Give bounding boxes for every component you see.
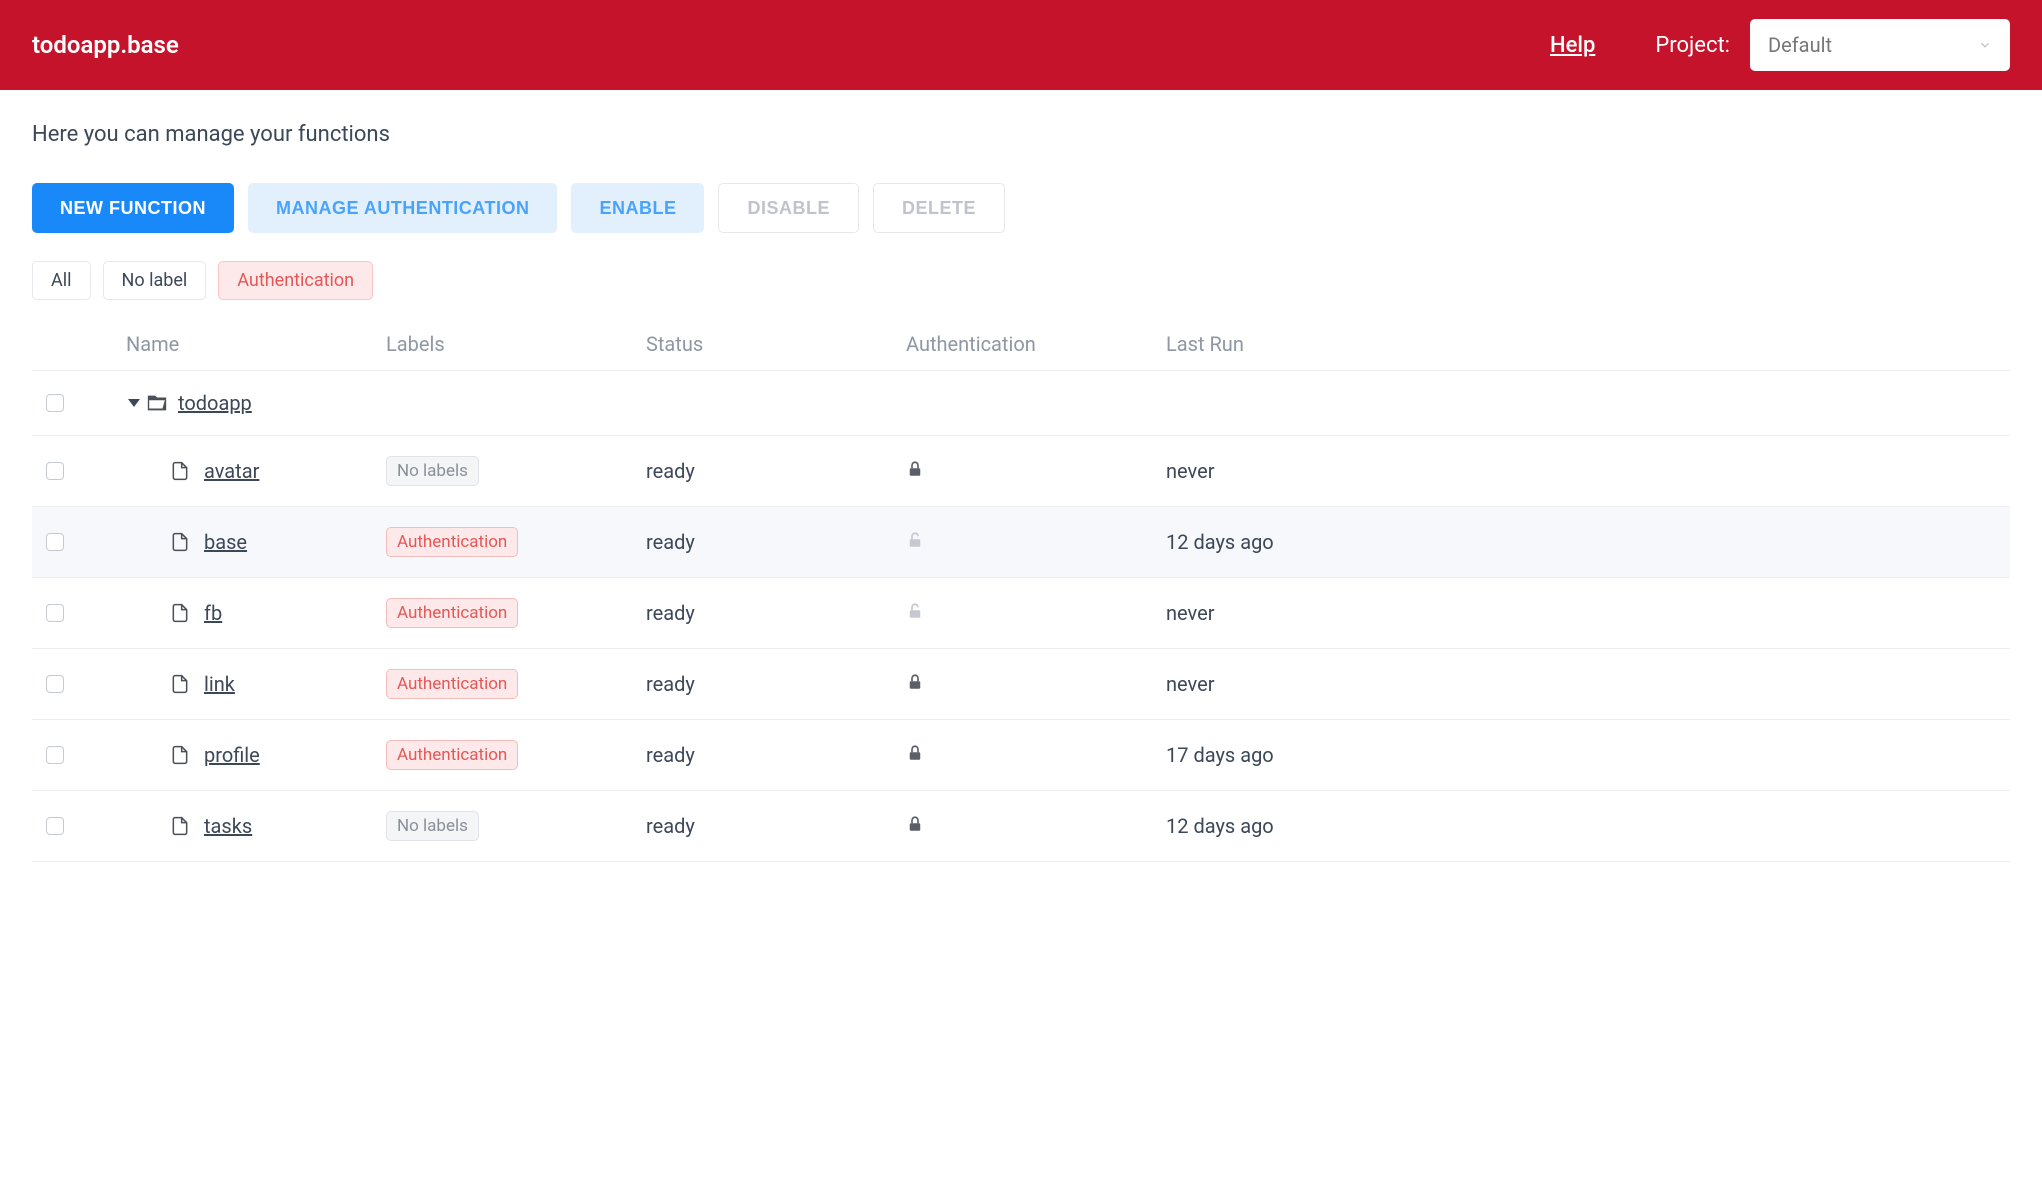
file-icon: [170, 602, 190, 624]
help-link[interactable]: Help: [1550, 33, 1595, 58]
column-authentication: Authentication: [906, 332, 1166, 356]
header-bar: todoapp.base Help Project: Default: [0, 0, 2042, 90]
file-icon: [170, 673, 190, 695]
page-subtitle: Here you can manage your functions: [32, 122, 2010, 147]
lock-icon: [906, 601, 924, 626]
filter-bar: All No label Authentication: [32, 261, 2010, 300]
last-run-text: never: [1166, 672, 1214, 696]
project-selected-value: Default: [1768, 33, 1832, 57]
project-label: Project:: [1655, 33, 1730, 58]
file-icon: [170, 815, 190, 837]
last-run-text: never: [1166, 601, 1214, 625]
chevron-down-icon: [1978, 33, 1992, 57]
row-checkbox[interactable]: [46, 462, 64, 480]
label-tag: Authentication: [386, 598, 518, 628]
filter-no-label[interactable]: No label: [103, 261, 207, 300]
lock-icon: [906, 530, 924, 555]
table-row: fb Authentication ready never: [32, 578, 2010, 649]
caret-down-icon: [128, 399, 140, 407]
lock-icon: [906, 459, 924, 484]
column-status: Status: [646, 332, 906, 356]
new-function-button[interactable]: NEW FUNCTION: [32, 183, 234, 233]
row-checkbox[interactable]: [46, 675, 64, 693]
table-header: Name Labels Status Authentication Last R…: [32, 318, 2010, 371]
last-run-text: 12 days ago: [1166, 814, 1274, 838]
function-name-link[interactable]: profile: [204, 743, 260, 767]
filter-authentication[interactable]: Authentication: [218, 261, 373, 300]
table-row: link Authentication ready never: [32, 649, 2010, 720]
disable-button[interactable]: DISABLE: [718, 183, 859, 233]
column-labels: Labels: [386, 332, 646, 356]
manage-authentication-button[interactable]: MANAGE AUTHENTICATION: [248, 183, 557, 233]
row-checkbox[interactable]: [46, 394, 64, 412]
row-checkbox[interactable]: [46, 604, 64, 622]
function-name-link[interactable]: base: [204, 530, 247, 554]
row-checkbox[interactable]: [46, 817, 64, 835]
enable-button[interactable]: ENABLE: [571, 183, 704, 233]
label-tag: Authentication: [386, 527, 518, 557]
label-tag: Authentication: [386, 740, 518, 770]
file-icon: [170, 531, 190, 553]
table-row: profile Authentication ready 17 days ago: [32, 720, 2010, 791]
function-name-link[interactable]: fb: [204, 601, 222, 625]
status-text: ready: [646, 601, 695, 625]
column-name: Name: [126, 332, 386, 356]
lock-icon: [906, 814, 924, 839]
lock-icon: [906, 743, 924, 768]
status-text: ready: [646, 530, 695, 554]
project-select[interactable]: Default: [1750, 19, 2010, 71]
function-name-link[interactable]: link: [204, 672, 235, 696]
toolbar: NEW FUNCTION MANAGE AUTHENTICATION ENABL…: [32, 183, 2010, 233]
column-last-run: Last Run: [1166, 332, 1996, 356]
table-row: tasks No labels ready 12 days ago: [32, 791, 2010, 862]
folder-open-icon: [146, 392, 168, 414]
function-name-link[interactable]: tasks: [204, 814, 252, 838]
delete-button[interactable]: DELETE: [873, 183, 1005, 233]
label-tag: No labels: [386, 456, 479, 486]
functions-table: Name Labels Status Authentication Last R…: [32, 318, 2010, 862]
table-row: base Authentication ready 12 days ago: [32, 507, 2010, 578]
folder-name-link[interactable]: todoapp: [178, 391, 252, 415]
file-icon: [170, 744, 190, 766]
app-title: todoapp.base: [32, 31, 1550, 59]
lock-icon: [906, 672, 924, 697]
filter-all[interactable]: All: [32, 261, 91, 300]
label-tag: Authentication: [386, 669, 518, 699]
table-row: avatar No labels ready never: [32, 436, 2010, 507]
label-tag: No labels: [386, 811, 479, 841]
status-text: ready: [646, 743, 695, 767]
row-checkbox[interactable]: [46, 746, 64, 764]
file-icon: [170, 460, 190, 482]
folder-row: todoapp: [32, 371, 2010, 436]
status-text: ready: [646, 814, 695, 838]
last-run-text: 17 days ago: [1166, 743, 1274, 767]
function-name-link[interactable]: avatar: [204, 459, 259, 483]
status-text: ready: [646, 672, 695, 696]
last-run-text: 12 days ago: [1166, 530, 1274, 554]
last-run-text: never: [1166, 459, 1214, 483]
row-checkbox[interactable]: [46, 533, 64, 551]
status-text: ready: [646, 459, 695, 483]
folder-toggle[interactable]: [128, 392, 168, 414]
